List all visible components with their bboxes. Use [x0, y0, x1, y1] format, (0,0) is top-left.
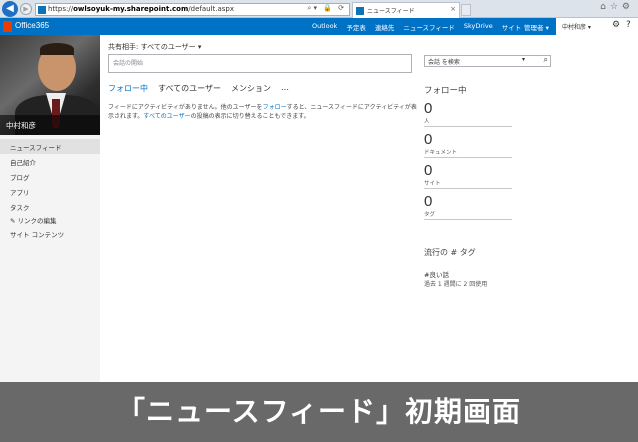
search-placeholder: 会話 を検索 — [428, 59, 460, 66]
new-tab-button[interactable] — [461, 4, 471, 16]
tab-close-icon[interactable]: × — [450, 5, 456, 13]
search-icon[interactable]: ⌕ — [544, 55, 548, 65]
stat-people[interactable]: 0 人 — [424, 101, 554, 127]
left-rail: 中村和彦 ニュースフィード 自己紹介 ブログ アプリ タスク ✎ リンクの編集 … — [0, 35, 100, 382]
suite-nav-outlook[interactable]: Outlook — [312, 22, 337, 32]
gear-icon[interactable]: ⚙ — [612, 20, 620, 30]
site-contents-link[interactable]: サイト コンテンツ — [0, 227, 74, 241]
share-with-dropdown[interactable]: 共有相手: すべてのユーザー ▾ — [108, 42, 418, 52]
tab-more[interactable]: … — [281, 83, 289, 94]
tab-title: ニュースフィード — [367, 8, 415, 15]
suite-nav-newsfeed[interactable]: ニュースフィード — [403, 22, 455, 32]
stat-documents[interactable]: 0 ドキュメント — [424, 132, 554, 158]
address-tools-icon[interactable]: ⌕▾ 🔒 ⟳ — [308, 4, 346, 13]
edit-links-label: リンクの編集 — [17, 217, 57, 225]
tab-following[interactable]: フォロー中 — [108, 83, 148, 94]
address-url: https://owlsoyuk-my.sharepoint.com/defau… — [48, 5, 235, 13]
trending-tags-heading: 流行の # タグ — [424, 248, 476, 257]
following-heading: フォロー中 — [424, 86, 467, 96]
suite-nav-sites[interactable]: サイト — [502, 22, 522, 32]
tab-everyone[interactable]: すべてのユーザー — [158, 83, 221, 94]
user-menu[interactable]: 中村和彦 ▾ — [562, 22, 591, 31]
stat-sites-count: 0 — [424, 162, 433, 179]
nav-item-newsfeed[interactable]: ニュースフィード — [0, 139, 100, 154]
quick-launch-footer: ✎ リンクの編集 サイト コンテンツ — [0, 213, 74, 241]
browser-toolbar: ◀ ▶ https://owlsoyuk-my.sharepoint.com/d… — [0, 0, 638, 18]
photo-hair — [40, 43, 74, 55]
nav-item-apps[interactable]: アプリ — [0, 184, 100, 199]
edit-links[interactable]: ✎ リンクの編集 — [0, 213, 74, 227]
admin-menu[interactable]: 管理者 ▾ — [524, 22, 549, 32]
empty-feed-message: フィードにアクティビティがありません。他のユーザーをフォローすると、ニュースフィ… — [108, 103, 418, 121]
suite-bar: Office365 Outlook 予定表 連絡先 ニュースフィード SkyDr… — [0, 18, 638, 35]
office-logo-icon — [3, 21, 12, 32]
quick-launch: ニュースフィード 自己紹介 ブログ アプリ タスク — [0, 139, 100, 214]
nav-item-about-me[interactable]: 自己紹介 — [0, 154, 100, 169]
suite-nav: Outlook 予定表 連絡先 ニュースフィード SkyDrive サイト … — [312, 22, 537, 32]
user-bar: 中村和彦 ▾ ⚙ ? — [556, 18, 638, 35]
stat-tags-count: 0 — [424, 193, 433, 210]
browser-home-star-gear-icon[interactable]: ⌂☆⚙ — [600, 2, 634, 12]
tab-favicon-icon — [356, 7, 364, 15]
stat-tags[interactable]: 0 タグ — [424, 194, 554, 220]
stat-people-count: 0 — [424, 100, 433, 117]
trending-tag[interactable]: #良い話 — [424, 269, 554, 279]
nav-item-tasks[interactable]: タスク — [0, 199, 100, 214]
empty-text-1: フィードにアクティビティがありません。他のユーザーを — [108, 104, 263, 111]
suite-nav-people[interactable]: 連絡先 — [375, 22, 395, 32]
chevron-down-icon[interactable]: ▾ — [522, 56, 525, 63]
everyone-link[interactable]: すべてのユーザー — [143, 113, 190, 120]
newsfeed-main: 共有相手: すべてのユーザー ▾ 会話の開始 フォロー中 すべてのユーザー メン… — [108, 42, 418, 121]
tab-mentions[interactable]: メンション — [231, 83, 271, 94]
profile-name: 中村和彦 — [0, 115, 100, 135]
stat-sites[interactable]: 0 サイト — [424, 163, 554, 189]
stat-people-label: 人 — [424, 117, 512, 127]
trending-tag-usage: 過去 1 週間に 2 回使用 — [424, 281, 488, 288]
back-arrow-icon[interactable]: ◀ — [2, 1, 18, 17]
help-icon[interactable]: ? — [626, 20, 631, 30]
suite-nav-calendar[interactable]: 予定表 — [346, 22, 366, 32]
right-column: 会話 を検索 ▾ ⌕ フォロー中 0 人 0 ドキュメント 0 サイト 0 タグ… — [424, 55, 554, 288]
empty-text-3: の投稿の表示に切り替えることもできます。 — [190, 113, 310, 120]
sharepoint-favicon-icon — [38, 6, 46, 14]
feed-tabs: フォロー中 すべてのユーザー メンション … — [108, 83, 418, 94]
conversation-search[interactable]: 会話 を検索 ▾ ⌕ — [424, 55, 551, 67]
follow-link[interactable]: フォロー — [263, 104, 287, 111]
nav-item-blog[interactable]: ブログ — [0, 169, 100, 184]
suite-brand[interactable]: Office365 — [15, 21, 49, 30]
profile-photo[interactable]: 中村和彦 — [0, 35, 100, 135]
post-input[interactable]: 会話の開始 — [108, 54, 412, 73]
stat-documents-count: 0 — [424, 131, 433, 148]
stat-tags-label: タグ — [424, 210, 512, 220]
suite-nav-skydrive[interactable]: SkyDrive — [464, 22, 493, 32]
stat-sites-label: サイト — [424, 179, 512, 189]
caption-banner: 「ニュースフィード」初期画面 — [0, 382, 638, 442]
pencil-icon: ✎ — [10, 217, 16, 225]
forward-arrow-icon[interactable]: ▶ — [20, 3, 32, 15]
browser-tab[interactable]: ニュースフィード × — [352, 2, 460, 18]
address-bar[interactable]: https://owlsoyuk-my.sharepoint.com/defau… — [35, 3, 350, 16]
stat-documents-label: ドキュメント — [424, 148, 512, 158]
